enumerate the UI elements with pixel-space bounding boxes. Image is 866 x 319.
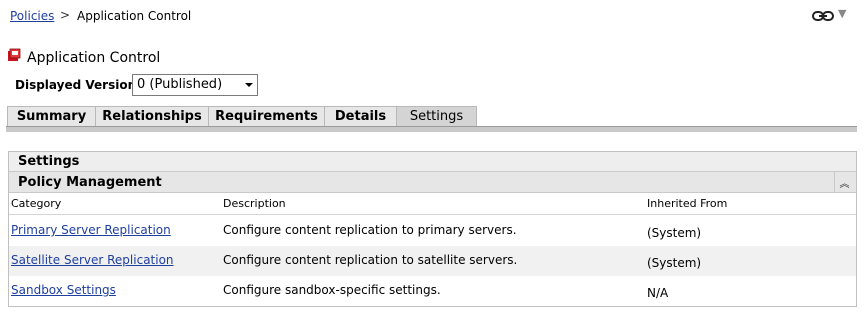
tab-relationships[interactable]: Relationships xyxy=(95,106,209,127)
table-row: Sandbox Settings Configure sandbox-speci… xyxy=(9,276,856,306)
table-row: Satellite Server Replication Configure c… xyxy=(9,246,856,276)
category-link[interactable]: Sandbox Settings xyxy=(11,283,116,297)
row-description: Configure content replication to primary… xyxy=(223,223,517,237)
header-divider xyxy=(9,214,856,215)
displayed-version-label: Displayed Version: xyxy=(15,78,141,92)
displayed-version-value: 0 (Published) xyxy=(137,77,223,92)
column-header-category: Category xyxy=(11,197,62,210)
page-title: Application Control xyxy=(27,50,161,66)
category-link[interactable]: Primary Server Replication xyxy=(11,223,171,237)
tab-settings[interactable]: Settings xyxy=(396,106,477,127)
category-link[interactable]: Satellite Server Replication xyxy=(11,253,174,267)
row-inherited-from: (System) xyxy=(647,256,702,270)
policy-management-header: Policy Management xyxy=(9,171,856,193)
dropdown-arrow-icon[interactable]: ▼ xyxy=(838,7,846,20)
column-header-description: Description xyxy=(223,197,286,210)
settings-panel-title: Settings xyxy=(9,152,856,171)
link-chain-icon[interactable] xyxy=(812,10,834,22)
row-description: Configure sandbox-specific settings. xyxy=(223,283,441,297)
column-header-inherited-from: Inherited From xyxy=(647,197,728,210)
table-row: Primary Server Replication Configure con… xyxy=(9,216,856,246)
row-description: Configure content replication to satelli… xyxy=(223,253,518,267)
tab-bar-divider xyxy=(6,126,857,132)
breadcrumb-policies-link[interactable]: Policies xyxy=(10,9,54,23)
breadcrumb-separator: > xyxy=(60,8,71,22)
breadcrumb-current: Application Control xyxy=(77,9,192,23)
tab-requirements[interactable]: Requirements xyxy=(208,106,325,127)
application-icon xyxy=(8,48,21,61)
tab-details[interactable]: Details xyxy=(324,106,397,127)
row-inherited-from: N/A xyxy=(647,286,669,300)
collapse-section-icon[interactable]: ︽ xyxy=(834,172,854,192)
row-inherited-from: (System) xyxy=(647,226,702,240)
chevron-down-icon xyxy=(245,83,253,87)
displayed-version-select[interactable]: 0 (Published) xyxy=(132,74,258,96)
tab-summary[interactable]: Summary xyxy=(7,106,96,127)
